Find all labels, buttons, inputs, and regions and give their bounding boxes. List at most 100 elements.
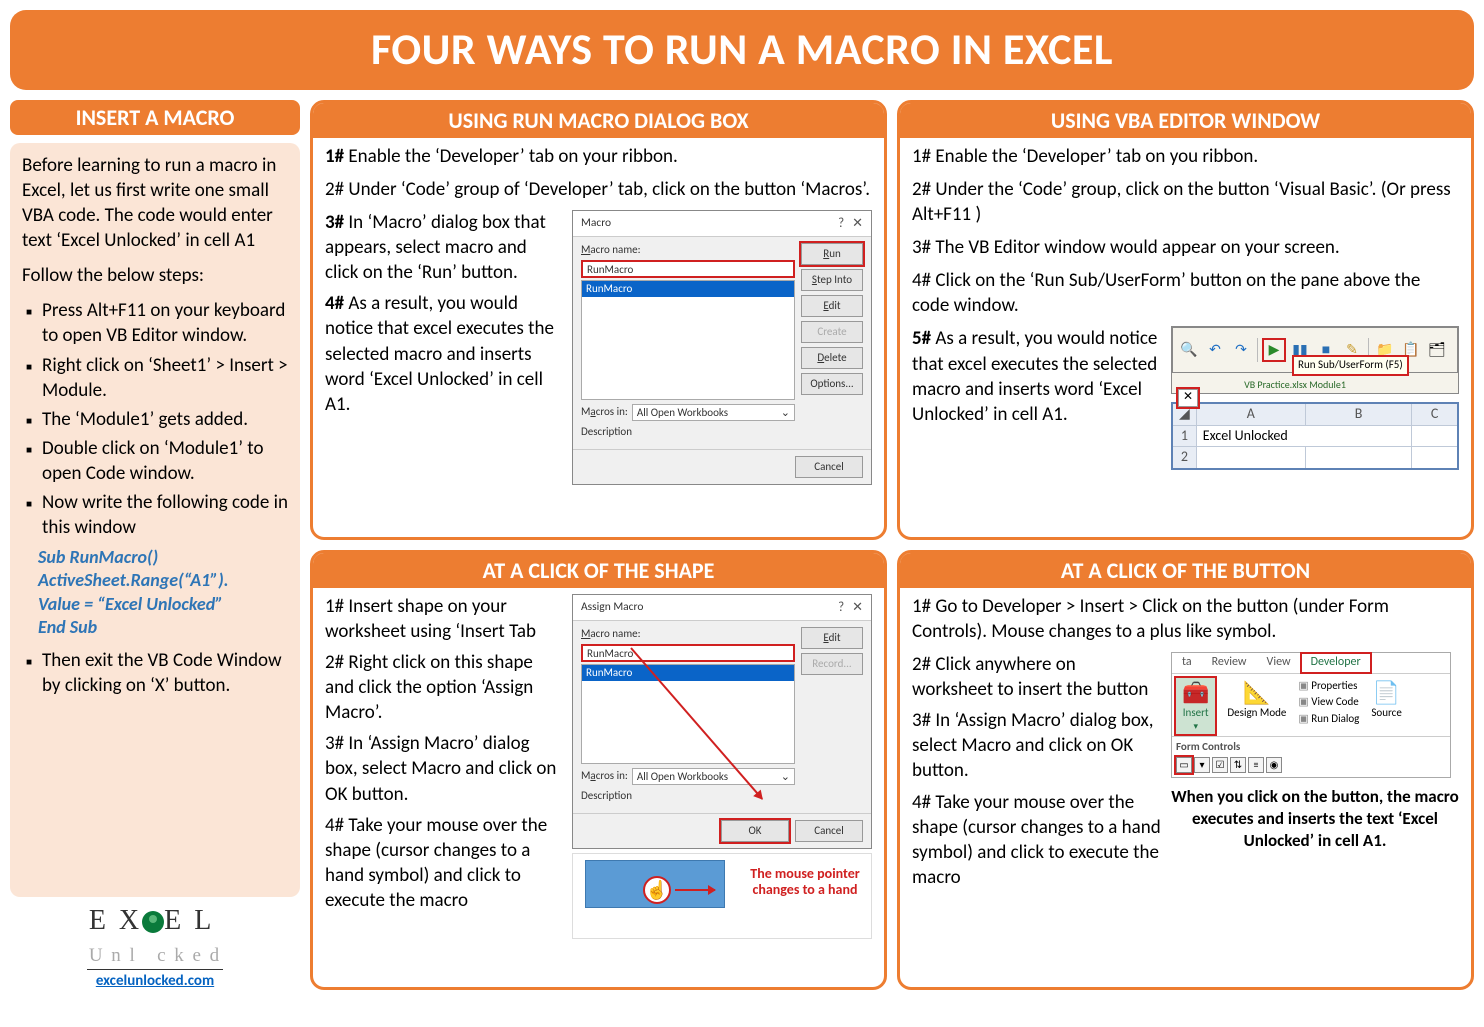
rb-graphics: ta Review View Developer 🧰 Insert▾ <box>1171 652 1459 896</box>
form-controls-icons: ▭ ▾ ☑ ⇅ ≡ ◉ <box>1176 757 1446 773</box>
cell-A1: Excel Unlocked <box>1196 425 1412 446</box>
cancel-button[interactable]: Cancel <box>795 456 863 478</box>
ribbon-insert-button[interactable]: 🧰 Insert▾ <box>1176 678 1215 734</box>
help-icon[interactable]: ? <box>838 215 844 232</box>
rt-s5: As a result, you would notice that excel… <box>912 327 1157 425</box>
object-browser-icon[interactable]: 🗂 <box>1427 340 1447 360</box>
assign-cancel-button[interactable]: Cancel <box>795 820 863 842</box>
create-button: Create <box>801 321 863 343</box>
vba-close-x[interactable]: ✕ <box>1178 389 1198 407</box>
assign-ok-button[interactable]: OK <box>721 820 789 842</box>
ct-s4b: 4# <box>325 292 344 315</box>
rt-s1: 1# Enable the ‘Developer’ tab on you rib… <box>912 144 1459 169</box>
ribbon-run-dialog[interactable]: Run Dialog <box>1298 711 1359 728</box>
delete-button[interactable]: Delete <box>801 347 863 369</box>
vba-toolbar: 🔍 ↶ ↷ ▶ ▮▮ ■ ✎ 📁 📋 <box>1172 327 1458 373</box>
panel-insert-macro: Before learning to run a macro in Excel,… <box>10 143 300 897</box>
bullet-2: The ‘Module1’ gets added. <box>42 407 248 432</box>
ct-s3b: 3# <box>325 211 344 234</box>
close-icon[interactable]: ✕ <box>852 215 863 232</box>
step-into-button[interactable]: Step Into <box>801 269 863 291</box>
tab-view[interactable]: View <box>1257 653 1301 673</box>
vba-code: Sub RunMacro() ActiveSheet.Range(“A1”). … <box>38 546 288 640</box>
body-click-button: 1# Go to Developer > Insert > Click on t… <box>900 588 1471 987</box>
assign-macro-dialog: Assign Macro ? ✕ Macro name: RunMacro Run… <box>572 594 872 849</box>
intro-1: Before learning to run a macro in Excel,… <box>22 153 288 253</box>
button-caption: When you click on the button, the macro … <box>1171 786 1459 852</box>
assign-edit-button[interactable]: Edit <box>801 627 863 649</box>
edit-button[interactable]: Edit <box>801 295 863 317</box>
arrow-icon <box>675 889 715 891</box>
hand-caption: The mouse pointer changes to a hand <box>745 866 865 898</box>
cb-text: 1# Insert shape on your worksheet using … <box>325 594 562 977</box>
ct-split: 3# In ‘Macro’ dialog box that appears, s… <box>325 210 872 485</box>
assign-name-label: Macro name: <box>581 627 795 642</box>
undo-icon[interactable]: ↶ <box>1205 340 1225 360</box>
ribbon-small-buttons: Properties View Code Run Dialog <box>1298 678 1359 728</box>
vba-module-label: VB Practice.xlsx Module1 <box>1204 378 1346 391</box>
page-title: FOUR WAYS TO RUN A MACRO IN EXCEL <box>10 10 1474 90</box>
combo-control-icon[interactable]: ▾ <box>1194 757 1210 773</box>
assign-record-button: Record... <box>801 653 863 675</box>
col-A: A <box>1196 403 1305 425</box>
col-B: B <box>1305 403 1412 425</box>
body-run-macro: 1# Enable the ‘Developer’ tab on your ri… <box>313 138 884 537</box>
spinner-control-icon[interactable]: ⇅ <box>1230 757 1246 773</box>
option-control-icon[interactable]: ◉ <box>1266 757 1282 773</box>
row-2: 2 <box>1172 447 1196 469</box>
macros-in-select[interactable]: All Open Workbooks⌄ <box>632 404 795 421</box>
bullet-3: Double click on ‘Module1’ to open Code w… <box>42 436 288 486</box>
form-controls-label: Form Controls <box>1176 740 1446 755</box>
block-run-macro-dialog: USING RUN MACRO DIALOG BOX 1# Enable the… <box>310 100 887 540</box>
rb-s4: 4# Take your mouse over the shape (curso… <box>912 790 1161 890</box>
column-right: USING VBA EDITOR WINDOW 1# Enable the ‘D… <box>897 100 1474 990</box>
ribbon-view-code[interactable]: View Code <box>1298 694 1359 711</box>
code-l1: Sub RunMacro() <box>38 546 288 569</box>
rt-s4: 4# Click on the ‘Run Sub/UserForm’ butto… <box>912 268 1459 318</box>
assign-list-item[interactable]: RunMacro <box>582 665 794 682</box>
cb-s3: 3# In ‘Assign Macro’ dialog box, select … <box>325 731 562 806</box>
block-vba-editor: USING VBA EDITOR WINDOW 1# Enable the ‘D… <box>897 100 1474 540</box>
ribbon-design-mode[interactable]: 📐 Design Mode <box>1221 678 1292 723</box>
macro-list[interactable]: RunMacro <box>581 280 795 400</box>
macro-name-input[interactable]: RunMacro <box>581 260 795 278</box>
listbox-control-icon[interactable]: ≡ <box>1248 757 1264 773</box>
rt-text: 5# As a result, you would notice that ex… <box>912 326 1161 469</box>
macro-dialog: Macro ?✕ Macro name: RunMacro RunMacro <box>572 210 872 485</box>
macro-list-item-selected[interactable]: RunMacro <box>582 281 794 298</box>
result-grid: ◢ A B C 1 Excel Unlocked 2 <box>1171 402 1459 469</box>
main-columns: INSERT A MACRO Before learning to run a … <box>10 100 1474 990</box>
header-click-shape: AT A CLICK OF THE SHAPE <box>313 553 884 588</box>
assign-title: Assign Macro <box>581 600 643 615</box>
site-link[interactable]: excelunlocked.com <box>96 972 214 990</box>
tab-data[interactable]: ta <box>1172 653 1202 673</box>
header-click-button: AT A CLICK OF THE BUTTON <box>900 553 1471 588</box>
assign-macros-in-label: Macros in: <box>581 769 628 784</box>
run-sub-button[interactable]: ▶ <box>1264 340 1284 360</box>
ribbon-properties[interactable]: Properties <box>1298 678 1359 695</box>
brand-logo: E XE L U n l c k e d excelunlocked.com <box>10 905 300 990</box>
assign-macros-in-select[interactable]: All Open Workbooks⌄ <box>632 768 795 785</box>
steps-list: Press Alt+F11 on your keyboard to open V… <box>22 298 288 540</box>
header-insert-macro: INSERT A MACRO <box>10 100 300 135</box>
button-control-icon[interactable]: ▭ <box>1176 757 1192 773</box>
tab-developer[interactable]: Developer <box>1301 653 1371 673</box>
code-l3: Value = “Excel Unlocked” <box>38 593 288 616</box>
source-icon: 📄 <box>1373 680 1400 706</box>
column-center: USING RUN MACRO DIALOG BOX 1# Enable the… <box>310 100 887 990</box>
assign-name-input[interactable]: RunMacro <box>581 644 795 662</box>
tab-review[interactable]: Review <box>1202 653 1257 673</box>
dialog-titlebar: Macro ? ✕ <box>573 211 871 237</box>
run-button[interactable]: Run <box>801 243 863 265</box>
options-button[interactable]: Options... <box>801 373 863 395</box>
dialog-title: Macro <box>581 216 611 231</box>
help-icon-2[interactable]: ? <box>838 599 844 616</box>
find-icon[interactable]: 🔍 <box>1179 340 1199 360</box>
checkbox-control-icon[interactable]: ☑ <box>1212 757 1228 773</box>
rt-graphics: 🔍 ↶ ↷ ▶ ▮▮ ■ ✎ 📁 📋 <box>1171 326 1459 469</box>
chevron-down-icon-2: ⌄ <box>781 769 790 784</box>
chevron-down-icon: ⌄ <box>781 405 790 420</box>
ribbon-source[interactable]: 📄 Source <box>1365 678 1407 723</box>
redo-icon[interactable]: ↷ <box>1231 340 1251 360</box>
close-icon-2[interactable]: ✕ <box>852 599 863 616</box>
